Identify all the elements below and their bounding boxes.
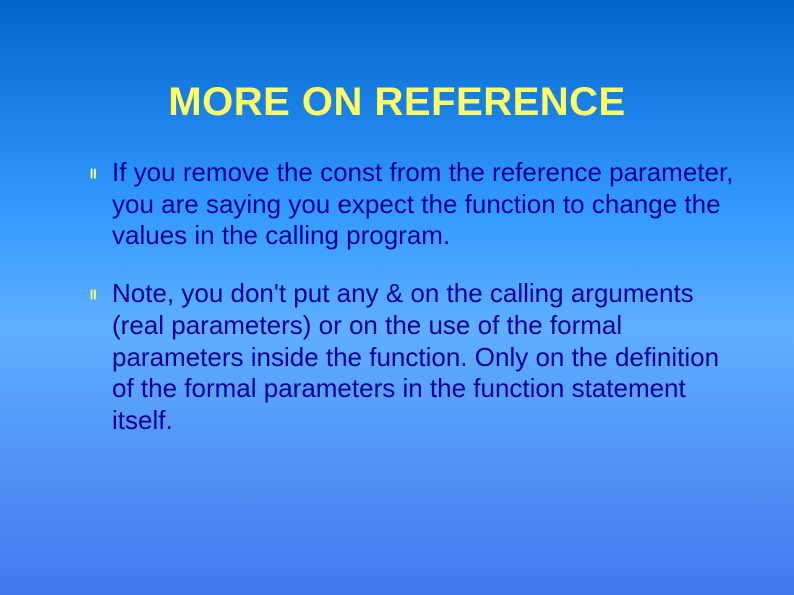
bullet-icon: ❙❙: [88, 278, 112, 310]
slide: MORE ON REFERENCE ❙❙ If you remove the c…: [0, 0, 794, 595]
list-item: ❙❙ If you remove the const from the refe…: [88, 157, 734, 252]
bullet-list: ❙❙ If you remove the const from the refe…: [60, 157, 734, 437]
bullet-icon: ❙❙: [88, 157, 112, 189]
bullet-text: If you remove the const from the referen…: [112, 157, 734, 252]
list-item: ❙❙ Note, you don't put any & on the call…: [88, 278, 734, 437]
slide-title: MORE ON REFERENCE: [60, 0, 734, 157]
bullet-text: Note, you don't put any & on the calling…: [112, 278, 734, 437]
